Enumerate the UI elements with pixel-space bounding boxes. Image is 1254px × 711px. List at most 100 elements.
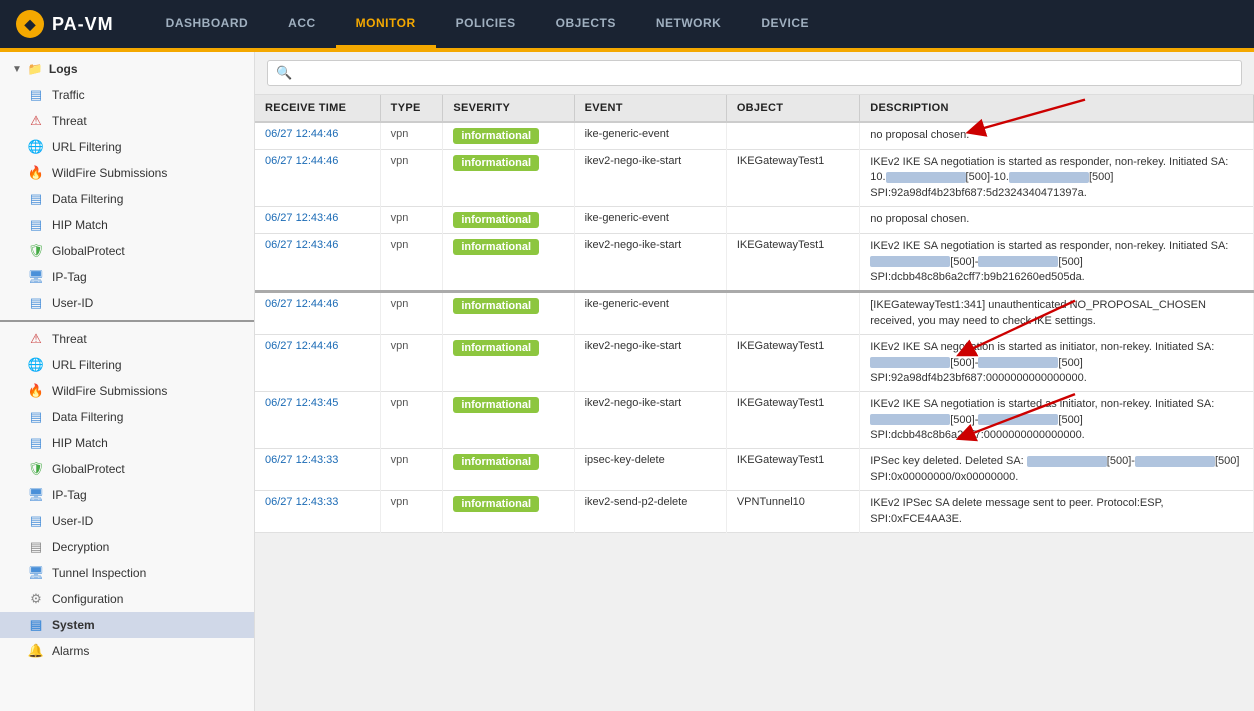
cell-event: ike-generic-event	[574, 122, 726, 150]
sidebar-item-wildfire-submissions[interactable]: 🔥WildFire Submissions	[0, 378, 254, 404]
table-row[interactable]: 06/27 12:43:45 vpn informational ikev2-n…	[255, 392, 1254, 449]
item-icon-tunnel: 🖥	[28, 565, 44, 581]
cell-time: 06/27 12:43:46	[255, 207, 380, 234]
logo-area: ◆ PA-VM	[16, 10, 114, 38]
sidebar-item-label: IP-Tag	[52, 488, 87, 502]
sidebar-item-threat[interactable]: ⚠Threat	[0, 326, 254, 352]
sidebar-logs-header[interactable]: ▼ 📁 Logs	[0, 56, 254, 82]
sidebar-item-url-filtering[interactable]: 🌐 URL Filtering	[0, 134, 254, 160]
table-row[interactable]: 06/27 12:44:46 vpn informational ike-gen…	[255, 292, 1254, 335]
cell-object	[726, 122, 859, 150]
nav-item-monitor[interactable]: MONITOR	[336, 0, 436, 48]
sidebar-item-label: Tunnel Inspection	[52, 566, 146, 580]
cell-object: IKEGatewayTest1	[726, 392, 859, 449]
item-icon-data: ▤	[28, 191, 44, 207]
sidebar-item-label: Decryption	[52, 540, 109, 554]
sidebar-item-hip-match[interactable]: ▤HIP Match	[0, 212, 254, 238]
sidebar-item-system[interactable]: ▤System	[0, 612, 254, 638]
table-row[interactable]: 06/27 12:43:46 vpn informational ikev2-n…	[255, 234, 1254, 292]
sidebar-item-label: URL Filtering	[52, 140, 122, 154]
cell-type: vpn	[380, 449, 443, 491]
col-event: EVENT	[574, 95, 726, 122]
item-icon-config: ⚙	[28, 591, 44, 607]
sidebar-item-threat[interactable]: ⚠ Threat	[0, 108, 254, 134]
sidebar-item-wildfire-submissions[interactable]: 🔥WildFire Submissions	[0, 160, 254, 186]
table-row[interactable]: 06/27 12:43:33 vpn informational ipsec-k…	[255, 449, 1254, 491]
sidebar-item-label: Traffic	[52, 88, 85, 102]
cell-type: vpn	[380, 292, 443, 335]
cell-time: 06/27 12:43:46	[255, 234, 380, 292]
item-icon-url: 🌐	[28, 357, 44, 373]
nav-item-objects[interactable]: OBJECTS	[536, 0, 636, 48]
table-row[interactable]: 06/27 12:44:46 vpn informational ikev2-n…	[255, 150, 1254, 207]
sidebar-item-ip-tag[interactable]: 🖥IP-Tag	[0, 482, 254, 508]
sidebar-item-label: IP-Tag	[52, 270, 87, 284]
cell-object: IKEGatewayTest1	[726, 234, 859, 292]
sidebar-item-alarms[interactable]: 🔔Alarms	[0, 638, 254, 664]
sidebar-item-user-id[interactable]: ▤User-ID	[0, 508, 254, 534]
sidebar-item-label: URL Filtering	[52, 358, 122, 372]
cell-severity: informational	[443, 207, 574, 234]
item-icon-alarms: 🔔	[28, 643, 44, 659]
sidebar-item-data-filtering[interactable]: ▤Data Filtering	[0, 404, 254, 430]
col-severity: SEVERITY	[443, 95, 574, 122]
cell-type: vpn	[380, 207, 443, 234]
sidebar-item-decryption[interactable]: ▤Decryption	[0, 534, 254, 560]
cell-severity: informational	[443, 392, 574, 449]
col-type: TYPE	[380, 95, 443, 122]
item-icon-data: ▤	[28, 409, 44, 425]
sidebar-item-hip-match[interactable]: ▤HIP Match	[0, 430, 254, 456]
cell-type: vpn	[380, 122, 443, 150]
sidebar-item-label: Threat	[52, 114, 87, 128]
item-icon-threat: ⚠	[28, 113, 44, 129]
sidebar-item-user-id[interactable]: ▤ User-ID	[0, 290, 254, 316]
sidebar-item-configuration[interactable]: ⚙Configuration	[0, 586, 254, 612]
cell-description: IKEv2 IKE SA negotiation is started as i…	[860, 392, 1254, 449]
app-container: ◆ PA-VM DASHBOARDACCMONITORPOLICIESOBJEC…	[0, 0, 1254, 711]
sidebar-item-globalprotect[interactable]: 🛡GlobalProtect	[0, 238, 254, 264]
sidebar-item-tunnel-inspection[interactable]: 🖥 Tunnel Inspection	[0, 560, 254, 586]
sidebar-item-url-filtering[interactable]: 🌐 URL Filtering	[0, 352, 254, 378]
nav-item-acc[interactable]: ACC	[268, 0, 336, 48]
table-row[interactable]: 06/27 12:43:46 vpn informational ike-gen…	[255, 207, 1254, 234]
item-icon-url: 🌐	[28, 139, 44, 155]
item-icon-userid: ▤	[28, 513, 44, 529]
cell-description: no proposal chosen.	[860, 122, 1254, 150]
sidebar-item-data-filtering[interactable]: ▤Data Filtering	[0, 186, 254, 212]
table-header: RECEIVE TIME TYPE SEVERITY EVENT OBJECT …	[255, 95, 1254, 122]
table-body: 06/27 12:44:46 vpn informational ike-gen…	[255, 122, 1254, 533]
cell-type: vpn	[380, 150, 443, 207]
sidebar-item-label: HIP Match	[52, 218, 108, 232]
sidebar-item-label: User-ID	[52, 296, 93, 310]
item-icon-globalprotect: 🛡	[28, 243, 44, 259]
severity-badge: informational	[453, 239, 539, 255]
table-row[interactable]: 06/27 12:44:46 vpn informational ikev2-n…	[255, 335, 1254, 392]
item-icon-userid: ▤	[28, 295, 44, 311]
cell-event: ikev2-nego-ike-start	[574, 392, 726, 449]
nav-item-policies[interactable]: POLICIES	[436, 0, 536, 48]
col-receive-time: RECEIVE TIME	[255, 95, 380, 122]
nav-item-device[interactable]: DEVICE	[741, 0, 829, 48]
cell-description: IKEv2 IPSec SA delete message sent to pe…	[860, 491, 1254, 533]
sidebar-item-traffic[interactable]: ▤Traffic	[0, 82, 254, 108]
cell-description: IKEv2 IKE SA negotiation is started as r…	[860, 234, 1254, 292]
severity-badge: informational	[453, 397, 539, 413]
cell-object: IKEGatewayTest1	[726, 335, 859, 392]
search-input[interactable]	[298, 66, 1233, 81]
table-row[interactable]: 06/27 12:43:33 vpn informational ikev2-s…	[255, 491, 1254, 533]
cell-severity: informational	[443, 292, 574, 335]
cell-time: 06/27 12:43:45	[255, 392, 380, 449]
cell-description: [IKEGatewayTest1:341] unauthenticated NO…	[860, 292, 1254, 335]
cell-time: 06/27 12:43:33	[255, 491, 380, 533]
sidebar-item-ip-tag[interactable]: 🖥IP-Tag	[0, 264, 254, 290]
sidebar-logs-group: ▼ 📁 Logs ▤Traffic⚠Threat🌐URL Filtering🔥W…	[0, 52, 254, 668]
table-row[interactable]: 06/27 12:44:46 vpn informational ike-gen…	[255, 122, 1254, 150]
cell-time: 06/27 12:44:46	[255, 122, 380, 150]
cell-object: IKEGatewayTest1	[726, 449, 859, 491]
main-layout: ▼ 📁 Logs ▤Traffic⚠Threat🌐URL Filtering🔥W…	[0, 52, 1254, 711]
overlay-container: RECEIVE TIME TYPE SEVERITY EVENT OBJECT …	[255, 95, 1254, 711]
sidebar-item-globalprotect[interactable]: 🛡GlobalProtect	[0, 456, 254, 482]
table-wrapper: RECEIVE TIME TYPE SEVERITY EVENT OBJECT …	[255, 95, 1254, 533]
nav-item-dashboard[interactable]: DASHBOARD	[146, 0, 269, 48]
nav-item-network[interactable]: NETWORK	[636, 0, 742, 48]
